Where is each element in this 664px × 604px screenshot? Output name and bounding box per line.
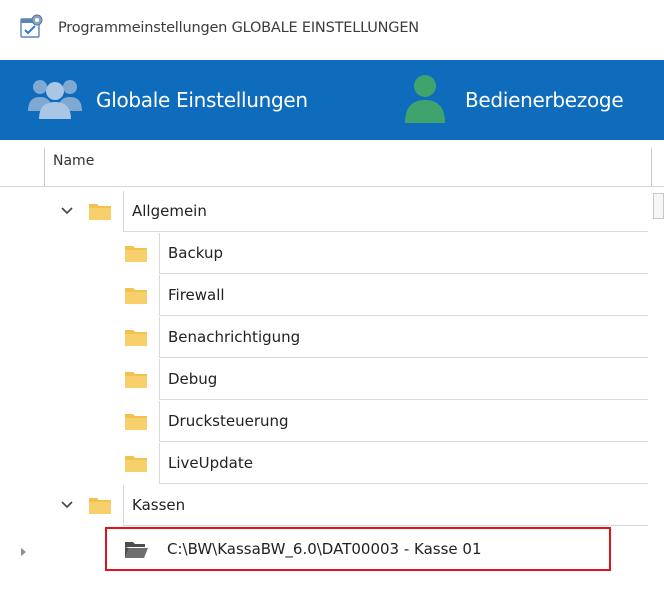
tree-row-benachrichtigung[interactable]: Benachrichtigung [0,317,664,359]
settings-window-icon [18,14,44,40]
window-title: Programmeinstellungen GLOBALE EINSTELLUN… [58,20,419,36]
ribbon-bar: Globale Einstellungen Bedienerbezoge [0,60,664,140]
tree-row-label: Backup [159,233,648,274]
tree-row-kassen[interactable]: Kassen [0,485,664,527]
folder-icon [124,285,148,305]
folder-icon [124,243,148,263]
tree-row-label: LiveUpdate [159,443,648,484]
vertical-scrollbar[interactable] [651,193,664,593]
tree-row-label: Allgemein [123,191,648,232]
folder-icon [124,453,148,473]
title-bar: Programmeinstellungen GLOBALE EINSTELLUN… [0,0,664,60]
chevron-down-icon[interactable] [60,203,74,217]
column-separator [44,148,45,186]
folder-icon [124,327,148,347]
tree-row-label: Kassen [123,485,648,526]
tree-row-label: Drucksteuerung [159,401,648,442]
tab-bedienerbezogen-label: Bedienerbezoge [465,88,624,112]
folder-icon [124,369,148,389]
current-row-indicator-icon [20,542,28,561]
folder-icon [88,201,112,221]
tab-bedienerbezogen[interactable]: Bedienerbezoge [403,60,624,140]
scroll-up-button[interactable] [653,193,664,219]
tree-row-label: Firewall [159,275,648,316]
column-header-name[interactable]: Name [53,153,94,169]
user-icon [403,73,447,127]
tab-globale-einstellungen[interactable]: Globale Einstellungen [26,60,308,140]
column-header: Name [0,140,664,187]
tree-row-drucksteuerung[interactable]: Drucksteuerung [0,401,664,443]
tab-globale-einstellungen-label: Globale Einstellungen [96,88,308,112]
folder-icon [124,411,148,431]
tree-row-firewall[interactable]: Firewall [0,275,664,317]
chevron-down-icon[interactable] [60,497,74,511]
folder-icon [88,495,112,515]
highlight-box [105,527,611,571]
tree-row-liveupdate[interactable]: LiveUpdate [0,443,664,485]
tree-row-label: Benachrichtigung [159,317,648,358]
tree-row-label: Debug [159,359,648,400]
users-group-icon [26,75,84,125]
tree-row-allgemein[interactable]: Allgemein [0,191,664,233]
column-separator [651,148,652,186]
tree-row-backup[interactable]: Backup [0,233,664,275]
tree-row-debug[interactable]: Debug [0,359,664,401]
